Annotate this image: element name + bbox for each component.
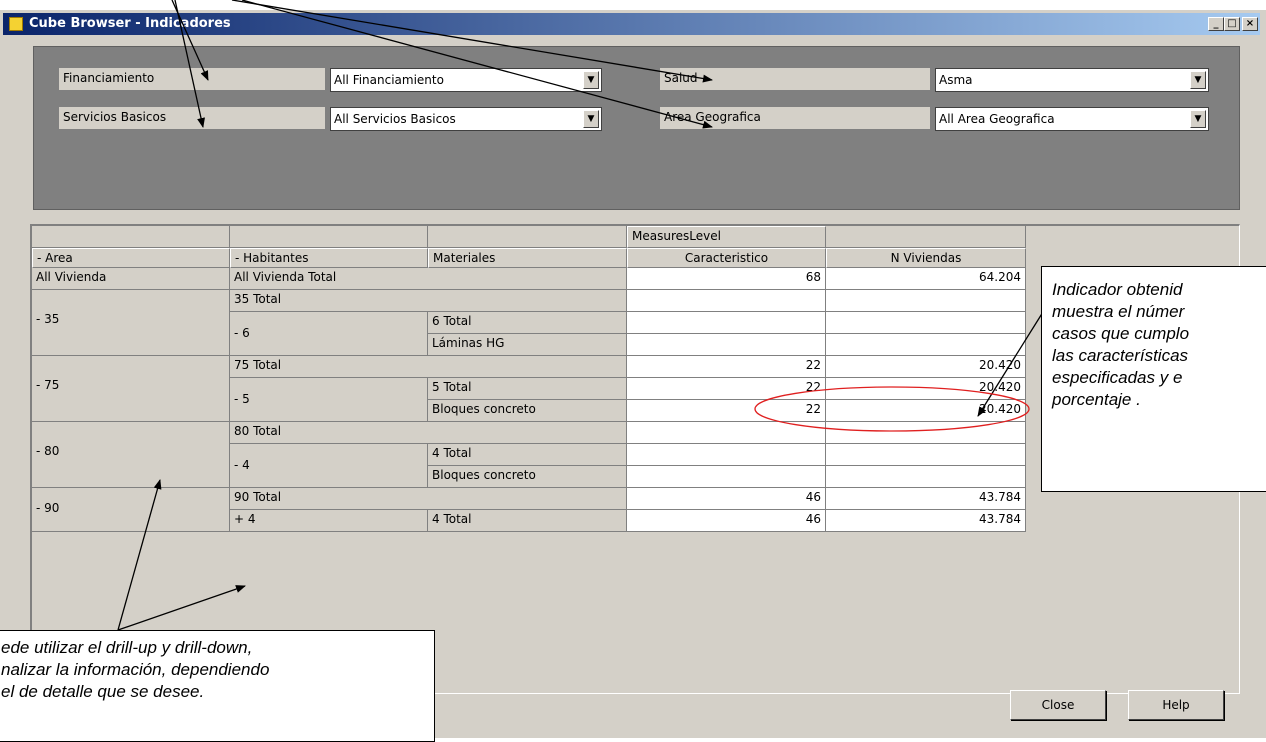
arrow-to-highlighted-value: [977, 311, 1044, 417]
indicator-callout: Indicador obtenid muestra el númer casos…: [1041, 266, 1266, 492]
arrow-to-expand-4: [117, 585, 246, 631]
callout-line: las características: [1052, 346, 1189, 365]
arrow-to-area-geografica: [241, 0, 713, 129]
callout-line: nalizar la información, dependiendo: [1, 660, 270, 679]
callout-line: casos que cumplo: [1052, 324, 1190, 343]
callout-line: Indicador obtenid: [1052, 280, 1183, 299]
callout-line: porcentaje .: [1052, 390, 1141, 409]
callout-line: muestra el númer: [1052, 302, 1185, 321]
highlight-ellipse: [754, 386, 1030, 432]
callout-line: especificadas y e: [1052, 368, 1183, 387]
drill-callout: ede utilizar el drill-up y drill-down, n…: [0, 630, 435, 742]
arrow-to-salud: [231, 0, 713, 83]
arrow-to-area-80: [117, 479, 162, 631]
callout-line: ede utilizar el drill-up y drill-down,: [1, 638, 253, 657]
callout-line: el de detalle que se desee.: [1, 682, 205, 701]
arrow-to-servicios-basicos: [174, 0, 205, 128]
